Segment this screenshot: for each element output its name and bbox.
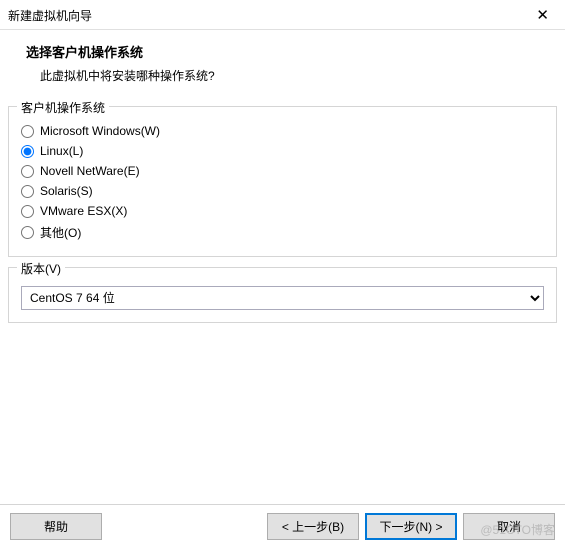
guest-os-legend: 客户机操作系统 xyxy=(17,99,109,116)
os-option-other[interactable]: 其他(O) xyxy=(21,221,544,244)
os-label-linux: Linux(L) xyxy=(40,144,83,158)
version-legend: 版本(V) xyxy=(17,260,65,277)
os-option-solaris[interactable]: Solaris(S) xyxy=(21,181,544,201)
os-label-windows: Microsoft Windows(W) xyxy=(40,124,160,138)
os-option-novell[interactable]: Novell NetWare(E) xyxy=(21,161,544,181)
version-select[interactable]: CentOS 7 64 位 xyxy=(21,286,544,310)
os-radio-vmware[interactable] xyxy=(21,205,34,218)
os-radio-solaris[interactable] xyxy=(21,185,34,198)
version-group: 版本(V) CentOS 7 64 位 xyxy=(8,267,557,323)
os-option-windows[interactable]: Microsoft Windows(W) xyxy=(21,121,544,141)
help-button[interactable]: 帮助 xyxy=(10,513,102,540)
wizard-content: 客户机操作系统 Microsoft Windows(W) Linux(L) No… xyxy=(0,98,565,323)
os-label-solaris: Solaris(S) xyxy=(40,184,93,198)
os-label-vmware: VMware ESX(X) xyxy=(40,204,127,218)
wizard-header: 选择客户机操作系统 此虚拟机中将安装哪种操作系统? xyxy=(0,30,565,98)
os-radio-novell[interactable] xyxy=(21,165,34,178)
titlebar: 新建虚拟机向导 ✕ xyxy=(0,0,565,30)
back-button[interactable]: < 上一步(B) xyxy=(267,513,359,540)
window-title: 新建虚拟机向导 xyxy=(8,7,92,24)
os-radio-other[interactable] xyxy=(21,226,34,239)
wizard-footer: 帮助 < 上一步(B) 下一步(N) > 取消 xyxy=(0,504,565,550)
page-title: 选择客户机操作系统 xyxy=(26,42,555,61)
os-label-novell: Novell NetWare(E) xyxy=(40,164,140,178)
os-radio-group: Microsoft Windows(W) Linux(L) Novell Net… xyxy=(21,121,544,244)
os-label-other: 其他(O) xyxy=(40,224,81,241)
os-option-vmware[interactable]: VMware ESX(X) xyxy=(21,201,544,221)
page-subtitle: 此虚拟机中将安装哪种操作系统? xyxy=(40,67,555,84)
footer-nav: < 上一步(B) 下一步(N) > 取消 xyxy=(267,513,555,540)
guest-os-group: 客户机操作系统 Microsoft Windows(W) Linux(L) No… xyxy=(8,106,557,257)
version-select-wrap: CentOS 7 64 位 xyxy=(21,286,544,310)
close-icon[interactable]: ✕ xyxy=(530,6,555,25)
next-button[interactable]: 下一步(N) > xyxy=(365,513,457,540)
os-radio-windows[interactable] xyxy=(21,125,34,138)
os-option-linux[interactable]: Linux(L) xyxy=(21,141,544,161)
cancel-button[interactable]: 取消 xyxy=(463,513,555,540)
os-radio-linux[interactable] xyxy=(21,145,34,158)
